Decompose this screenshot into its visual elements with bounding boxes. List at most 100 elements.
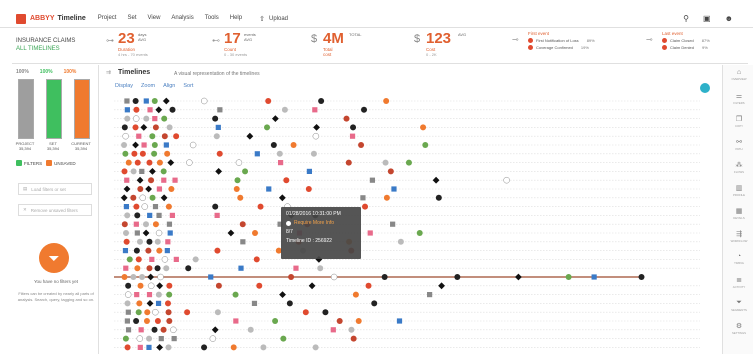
menu-project[interactable]: Project bbox=[98, 15, 117, 23]
remove-filters-button[interactable]: ✕ Remove unsaved filters bbox=[18, 204, 92, 216]
timeline-chart[interactable] bbox=[100, 95, 712, 353]
event-marker[interactable] bbox=[156, 212, 162, 218]
event-marker[interactable] bbox=[237, 194, 244, 201]
event-marker[interactable] bbox=[121, 274, 128, 280]
event-marker[interactable] bbox=[233, 186, 240, 192]
event-marker[interactable] bbox=[147, 212, 153, 218]
event-marker[interactable] bbox=[279, 291, 286, 298]
event-marker[interactable] bbox=[121, 124, 128, 131]
event-marker[interactable] bbox=[135, 256, 142, 263]
event-marker[interactable] bbox=[278, 194, 286, 202]
event-marker[interactable] bbox=[215, 124, 221, 130]
event-marker[interactable] bbox=[240, 239, 246, 245]
event-marker[interactable] bbox=[149, 133, 156, 140]
event-marker[interactable] bbox=[134, 292, 140, 298]
event-marker[interactable] bbox=[239, 221, 246, 228]
event-marker[interactable] bbox=[146, 238, 153, 245]
event-marker[interactable] bbox=[125, 159, 132, 166]
timeline-row[interactable] bbox=[114, 194, 700, 202]
event-marker[interactable] bbox=[164, 300, 171, 307]
event-marker[interactable] bbox=[317, 265, 324, 272]
event-marker[interactable] bbox=[123, 204, 130, 210]
event-marker[interactable] bbox=[136, 133, 142, 139]
event-marker[interactable] bbox=[382, 159, 389, 166]
event-marker[interactable] bbox=[156, 247, 163, 254]
timeline-row[interactable] bbox=[114, 291, 700, 298]
event-marker[interactable] bbox=[155, 291, 162, 298]
event-marker[interactable] bbox=[405, 159, 412, 166]
event-marker[interactable] bbox=[235, 159, 243, 166]
event-marker[interactable] bbox=[173, 133, 180, 140]
unsaved-chip[interactable]: UNSAVED bbox=[46, 160, 76, 166]
rail-item-activity[interactable]: ≣ ACTIVITY bbox=[725, 276, 753, 289]
event-marker[interactable] bbox=[156, 186, 163, 192]
event-marker[interactable] bbox=[246, 132, 254, 140]
timeline-row[interactable] bbox=[114, 212, 700, 219]
event-marker[interactable] bbox=[371, 300, 378, 307]
event-marker[interactable] bbox=[134, 212, 141, 219]
timeline-row[interactable] bbox=[114, 238, 700, 245]
event-marker[interactable] bbox=[232, 291, 239, 298]
event-marker[interactable] bbox=[432, 176, 440, 184]
tab-display[interactable]: Display bbox=[115, 83, 133, 89]
event-marker[interactable] bbox=[151, 326, 158, 333]
event-marker[interactable] bbox=[515, 273, 522, 281]
event-marker[interactable] bbox=[124, 115, 131, 122]
timeline-row[interactable] bbox=[114, 185, 700, 193]
event-marker[interactable] bbox=[390, 221, 396, 227]
event-marker[interactable] bbox=[348, 326, 355, 333]
event-marker[interactable] bbox=[123, 230, 130, 236]
event-marker[interactable] bbox=[391, 186, 397, 192]
timeline-row[interactable] bbox=[114, 124, 700, 131]
event-marker[interactable] bbox=[260, 344, 267, 351]
event-marker[interactable] bbox=[154, 265, 161, 272]
rail-item-segments[interactable]: ⏷ SEGMENTS bbox=[725, 299, 753, 312]
event-marker[interactable] bbox=[124, 318, 130, 324]
timeline-row[interactable] bbox=[114, 159, 700, 166]
event-marker[interactable] bbox=[147, 107, 153, 113]
event-marker[interactable] bbox=[184, 309, 191, 316]
event-marker[interactable] bbox=[163, 142, 169, 148]
event-marker[interactable] bbox=[155, 106, 163, 114]
event-marker[interactable] bbox=[152, 221, 159, 228]
event-marker[interactable] bbox=[336, 318, 343, 324]
event-marker[interactable] bbox=[151, 142, 158, 148]
tab-align[interactable]: Align bbox=[163, 83, 175, 89]
event-marker[interactable] bbox=[121, 142, 128, 148]
event-marker[interactable] bbox=[122, 335, 129, 342]
event-marker[interactable] bbox=[167, 159, 175, 166]
event-marker[interactable] bbox=[149, 168, 156, 175]
event-marker[interactable] bbox=[272, 318, 279, 324]
event-marker[interactable] bbox=[227, 229, 235, 237]
event-marker[interactable] bbox=[135, 309, 142, 316]
event-marker[interactable] bbox=[350, 124, 357, 131]
event-marker[interactable] bbox=[139, 194, 146, 202]
event-marker[interactable] bbox=[313, 124, 320, 131]
event-marker[interactable] bbox=[189, 141, 197, 149]
timeline-row[interactable] bbox=[114, 150, 700, 157]
event-marker[interactable] bbox=[132, 115, 140, 122]
event-marker[interactable] bbox=[132, 98, 139, 104]
timeline-row[interactable] bbox=[114, 247, 700, 254]
event-marker[interactable] bbox=[136, 335, 144, 342]
event-marker[interactable] bbox=[165, 239, 171, 245]
timeline-row[interactable] bbox=[114, 203, 700, 210]
rail-item-path[interactable]: ⚯ PATH bbox=[725, 138, 753, 151]
event-marker[interactable] bbox=[152, 124, 159, 131]
event-marker[interactable] bbox=[147, 282, 155, 290]
event-marker[interactable] bbox=[149, 194, 156, 201]
event-marker[interactable] bbox=[148, 177, 155, 184]
event-marker[interactable] bbox=[166, 221, 173, 227]
event-marker[interactable] bbox=[151, 150, 158, 157]
event-marker[interactable] bbox=[143, 98, 149, 104]
event-marker[interactable] bbox=[124, 98, 130, 104]
event-marker[interactable] bbox=[252, 230, 259, 236]
event-marker[interactable] bbox=[166, 282, 173, 289]
event-marker[interactable] bbox=[242, 168, 249, 175]
event-marker[interactable] bbox=[192, 256, 199, 263]
event-marker[interactable] bbox=[215, 282, 222, 289]
event-marker[interactable] bbox=[142, 229, 150, 237]
event-marker[interactable] bbox=[276, 150, 283, 157]
event-marker[interactable] bbox=[169, 212, 175, 218]
event-marker[interactable] bbox=[212, 115, 219, 122]
